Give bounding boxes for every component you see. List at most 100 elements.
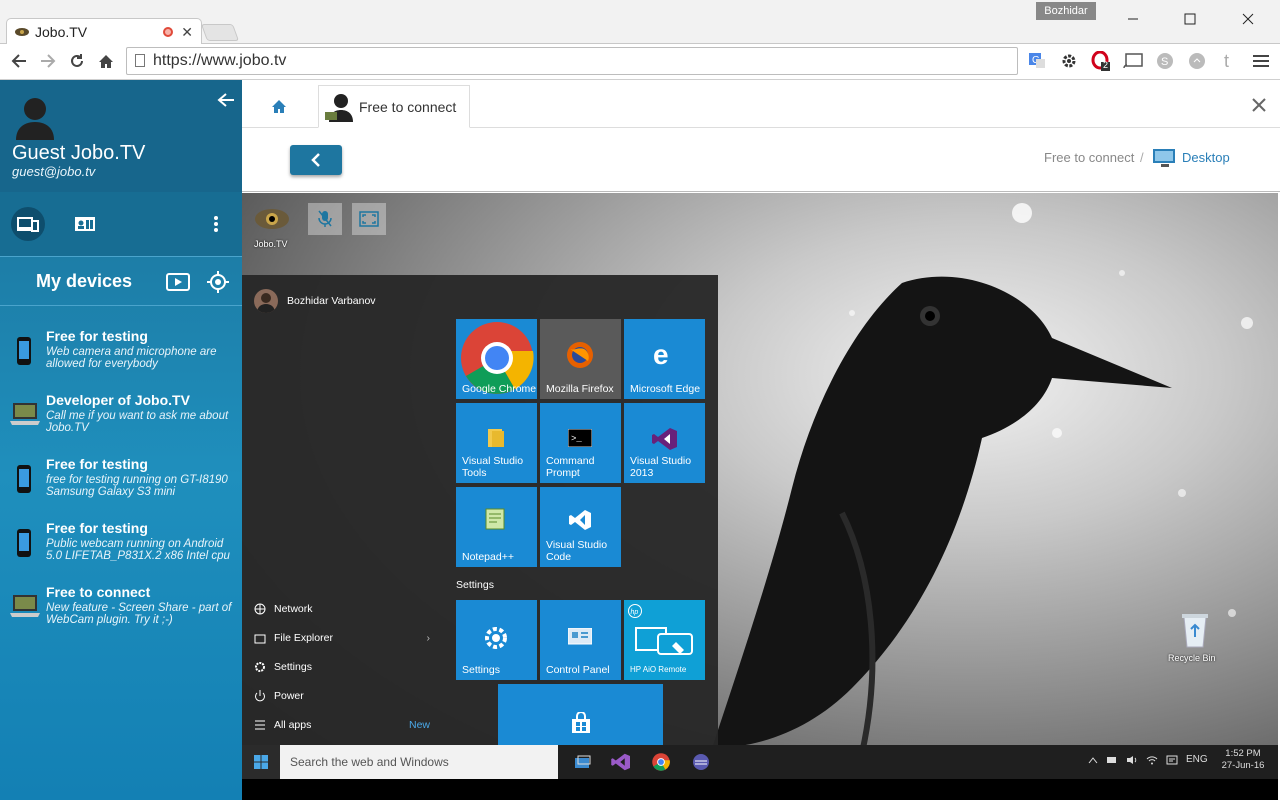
minimize-button[interactable] bbox=[1110, 4, 1156, 34]
battery-icon[interactable] bbox=[1106, 755, 1118, 765]
fullscreen-button[interactable] bbox=[352, 203, 386, 235]
profile-badge[interactable]: Bozhidar bbox=[1036, 2, 1096, 20]
maximize-button[interactable] bbox=[1167, 4, 1213, 34]
tile-mozilla-firefox[interactable]: Mozilla Firefox bbox=[540, 319, 621, 399]
cast-icon[interactable] bbox=[1122, 50, 1144, 72]
tile-store[interactable] bbox=[498, 684, 663, 745]
contact-card-icon bbox=[74, 216, 96, 232]
tile-label: Visual Studio Code bbox=[546, 539, 608, 563]
menu-file-explorer[interactable]: File Explorer › bbox=[254, 632, 430, 644]
tile-visual-studio-2013[interactable]: Visual Studio 2013 bbox=[624, 403, 705, 483]
jobo-desktop-shortcut[interactable] bbox=[254, 205, 290, 235]
device-list-item[interactable]: Free for testing free for testing running… bbox=[8, 456, 240, 516]
back-button[interactable] bbox=[290, 145, 342, 175]
opera-icon[interactable]: 2 bbox=[1090, 50, 1112, 72]
device-title: Developer of Jobo.TV bbox=[46, 392, 190, 408]
gear-icon[interactable] bbox=[1058, 50, 1080, 72]
menu-all-apps[interactable]: All apps New bbox=[254, 719, 430, 731]
taskbar-search-placeholder: Search the web and Windows bbox=[290, 755, 449, 769]
device-description: New feature - Screen Share - part of Web… bbox=[46, 602, 232, 626]
tile-settings[interactable]: Settings bbox=[456, 600, 537, 680]
tab-free-to-connect[interactable]: Free to connect bbox=[318, 85, 470, 128]
volume-icon[interactable] bbox=[1126, 755, 1138, 765]
close-tab-icon[interactable]: ✕ bbox=[181, 24, 193, 41]
tile-label: Mozilla Firefox bbox=[546, 383, 614, 395]
breadcrumb-separator: / bbox=[1140, 150, 1144, 165]
device-list-item[interactable]: Free for testing Public webcam running on… bbox=[8, 520, 240, 580]
settings-tile-icon bbox=[485, 627, 507, 649]
tumblr-icon[interactable]: t bbox=[1218, 50, 1240, 72]
address-bar[interactable]: https://www.jobo.tv bbox=[126, 47, 1018, 75]
url-text: https://www.jobo.tv bbox=[153, 52, 287, 69]
menu-power[interactable]: Power bbox=[254, 690, 304, 702]
skype-icon[interactable]: S bbox=[1154, 50, 1176, 72]
more-options-icon[interactable] bbox=[204, 210, 228, 238]
tab-title: Jobo.TV bbox=[35, 24, 88, 40]
back-icon[interactable] bbox=[8, 50, 30, 72]
notepad-icon bbox=[485, 508, 505, 530]
mic-off-icon bbox=[318, 210, 332, 227]
tile-notepad-plus-plus[interactable]: Notepad++ bbox=[456, 487, 537, 567]
new-tab-button[interactable] bbox=[200, 24, 240, 41]
tile-visual-studio-tools[interactable]: Visual Studio Tools bbox=[456, 403, 537, 483]
close-session-icon[interactable] bbox=[1246, 92, 1272, 118]
recycle-bin-icon[interactable] bbox=[1178, 611, 1212, 649]
device-list-item[interactable]: Free for testing Web camera and microphon… bbox=[8, 328, 240, 388]
translate-icon[interactable]: G bbox=[1026, 50, 1048, 72]
forward-icon[interactable] bbox=[37, 50, 59, 72]
tile-label: Visual Studio 2013 bbox=[630, 455, 692, 479]
tile-label: Microsoft Edge bbox=[630, 383, 701, 395]
device-list-item[interactable]: Free to connect New feature - Screen Shar… bbox=[8, 584, 240, 644]
locate-icon[interactable] bbox=[204, 268, 232, 296]
tile-microsoft-edge[interactable]: e Microsoft Edge bbox=[624, 319, 705, 399]
input-language[interactable]: ENG bbox=[1186, 754, 1208, 765]
eye-icon bbox=[255, 209, 289, 229]
taskbar-clock[interactable]: 1:52 PM 27-Jun-16 bbox=[1214, 748, 1272, 772]
devices-tab[interactable] bbox=[11, 207, 45, 241]
menu-icon[interactable] bbox=[1250, 50, 1272, 72]
contacts-tab[interactable] bbox=[70, 210, 100, 238]
start-button[interactable] bbox=[242, 745, 280, 779]
breadcrumb-current: Desktop bbox=[1182, 150, 1230, 165]
close-window-button[interactable] bbox=[1225, 4, 1271, 34]
start-user-name[interactable]: Bozhidar Varbanov bbox=[287, 295, 376, 307]
taskbar-app-icon[interactable] bbox=[686, 745, 716, 779]
breadcrumb-parent[interactable]: Free to connect bbox=[1044, 150, 1134, 165]
menu-network[interactable]: Network bbox=[254, 603, 313, 615]
edge-icon: e bbox=[653, 341, 669, 367]
menu-settings[interactable]: Settings bbox=[254, 661, 312, 673]
system-tray: ENG bbox=[1088, 754, 1208, 765]
terminal-icon: >_ bbox=[568, 429, 592, 447]
chevron-left-icon bbox=[311, 153, 321, 167]
wifi-icon[interactable] bbox=[1146, 755, 1158, 765]
reload-icon[interactable] bbox=[66, 50, 88, 72]
tile-visual-studio-code[interactable]: Visual Studio Code bbox=[540, 487, 621, 567]
task-view-icon[interactable] bbox=[568, 745, 598, 779]
browser-tab[interactable]: Jobo.TV ✕ bbox=[6, 18, 202, 45]
collapse-arrow-icon[interactable] bbox=[214, 88, 238, 112]
tile-hp-aio-remote[interactable]: hp HP AiO Remote bbox=[624, 600, 705, 680]
messenger-icon[interactable] bbox=[1186, 50, 1208, 72]
taskbar-search[interactable]: Search the web and Windows bbox=[280, 745, 558, 779]
chevron-right-icon: › bbox=[426, 632, 431, 644]
user-avatar[interactable] bbox=[254, 289, 278, 313]
tile-label: Settings bbox=[462, 664, 500, 676]
tray-chevron-up-icon[interactable] bbox=[1088, 756, 1098, 764]
taskbar-visual-studio-icon[interactable] bbox=[606, 745, 636, 779]
tile-control-panel[interactable]: Control Panel bbox=[540, 600, 621, 680]
svg-text:t: t bbox=[1224, 52, 1229, 70]
remote-devices-icon bbox=[635, 627, 693, 655]
control-panel-icon bbox=[568, 628, 592, 645]
device-list-item[interactable]: Developer of Jobo.TV Call me if you want … bbox=[8, 392, 240, 452]
phone-icon bbox=[16, 336, 32, 366]
home-icon[interactable] bbox=[95, 50, 117, 72]
home-tab[interactable] bbox=[262, 92, 296, 120]
notifications-icon[interactable] bbox=[1166, 755, 1178, 765]
play-screen-icon[interactable] bbox=[164, 269, 192, 295]
taskbar-chrome-icon[interactable] bbox=[646, 745, 676, 779]
folder-tile-icon bbox=[488, 429, 504, 447]
remote-desktop-view[interactable]: Jobo.TV Recycle Bin Bozhidar Varbanov Ne… bbox=[242, 193, 1278, 800]
tile-google-chrome[interactable]: Google Chrome bbox=[456, 319, 537, 399]
tile-command-prompt[interactable]: >_ Command Prompt bbox=[540, 403, 621, 483]
mute-mic-button[interactable] bbox=[308, 203, 342, 235]
